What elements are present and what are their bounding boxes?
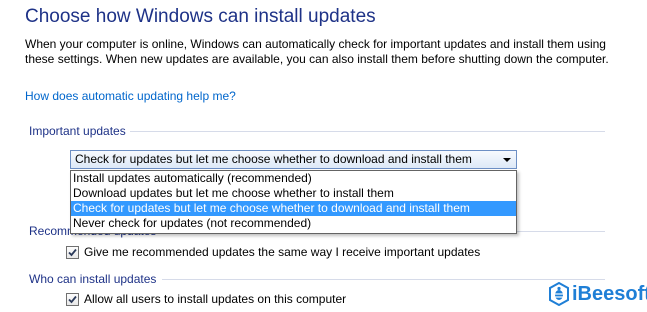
dropdown-option[interactable]: Never check for updates (not recommended… [71, 216, 516, 231]
allow-all-users-checkbox[interactable] [66, 292, 79, 306]
dropdown-option[interactable]: Download updates but let me choose wheth… [71, 186, 516, 201]
ibeesoft-logo: iBeesoft [548, 282, 647, 306]
intro-text: When your computer is online, Windows ca… [25, 37, 609, 66]
watermark-text: iBeesoft [572, 282, 647, 305]
allow-all-users-label: Allow all users to install updates on th… [84, 292, 347, 306]
checkmark-icon [68, 295, 77, 303]
dropdown-selected-value: Check for updates but let me choose whet… [75, 152, 472, 166]
dropdown-option[interactable]: Install updates automatically (recommend… [71, 171, 516, 186]
page-title: Choose how Windows can install updates [25, 6, 376, 27]
important-updates-options-list: Install updates automatically (recommend… [70, 170, 517, 234]
recommended-updates-row: Give me recommended updates the same way… [66, 245, 480, 259]
who-can-install-row: Allow all users to install updates on th… [66, 292, 346, 306]
section-label-important-updates: Important updates [29, 124, 126, 138]
important-updates-dropdown[interactable]: Check for updates but let me choose whet… [70, 150, 517, 169]
bee-icon [549, 282, 569, 306]
help-link[interactable]: How does automatic updating help me? [25, 89, 236, 103]
section-divider [130, 131, 605, 132]
section-label-who-can-install: Who can install updates [29, 272, 157, 286]
recommended-updates-checkbox[interactable] [66, 245, 79, 259]
dropdown-option-selected[interactable]: Check for updates but let me choose whet… [71, 201, 516, 216]
section-divider [162, 279, 605, 280]
checkmark-icon [68, 248, 77, 256]
recommended-updates-label: Give me recommended updates the same way… [84, 245, 481, 259]
chevron-down-icon [503, 158, 511, 162]
